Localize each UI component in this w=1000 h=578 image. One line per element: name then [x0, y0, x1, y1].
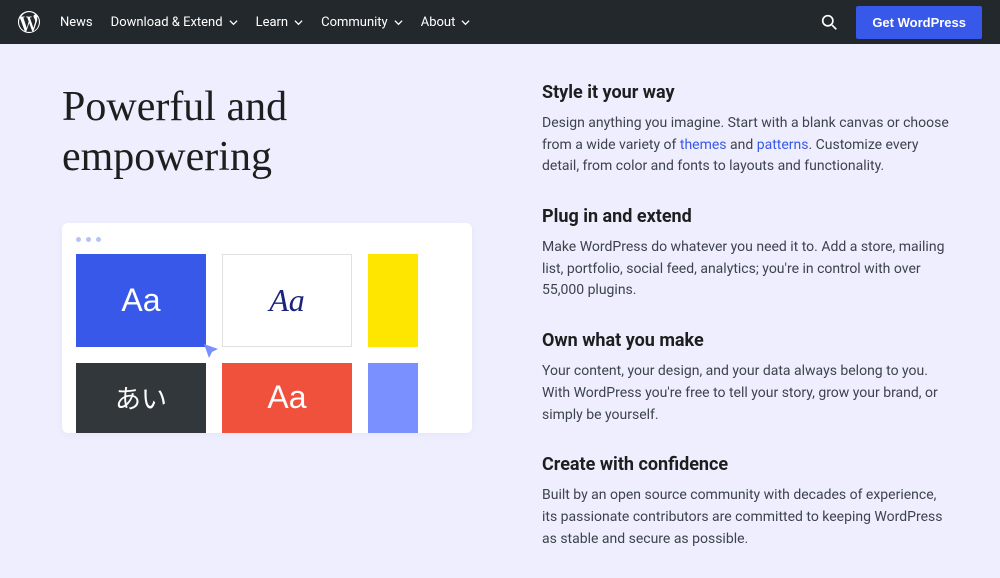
section-style: Style it your way Design anything you im… [542, 82, 950, 178]
wordpress-logo-icon[interactable] [18, 11, 40, 33]
section-body: Built by an open source community with d… [542, 485, 950, 550]
nav-right: Get WordPress [821, 6, 982, 39]
nav-item-learn[interactable]: Learn [256, 15, 304, 30]
top-nav: News Download & Extend Learn Community A… [0, 0, 1000, 44]
nav-item-about[interactable]: About [421, 15, 471, 30]
hero-title: Powerful and empowering [62, 82, 472, 183]
section-confidence: Create with confidence Built by an open … [542, 454, 950, 550]
section-title: Style it your way [542, 82, 950, 103]
nav-links: News Download & Extend Learn Community A… [60, 15, 470, 30]
section-own: Own what you make Your content, your des… [542, 330, 950, 426]
right-column: Style it your way Design anything you im… [542, 82, 950, 578]
section-body: Your content, your design, and your data… [542, 361, 950, 426]
section-body: Make WordPress do whatever you need it t… [542, 237, 950, 302]
tile-blue: Aa [76, 254, 206, 347]
tile-light-blue [368, 363, 418, 433]
cursor-icon [202, 342, 222, 362]
window-dots-icon [76, 237, 458, 242]
section-body: Design anything you imagine. Start with … [542, 113, 950, 178]
theme-illustration: Aa Aa あい Aa [62, 223, 472, 433]
get-wordpress-button[interactable]: Get WordPress [856, 6, 982, 39]
chevron-down-icon [394, 18, 403, 27]
section-plugin: Plug in and extend Make WordPress do wha… [542, 206, 950, 302]
nav-item-community[interactable]: Community [321, 15, 403, 30]
tile-dark: あい [76, 363, 206, 433]
section-title: Plug in and extend [542, 206, 950, 227]
nav-left: News Download & Extend Learn Community A… [18, 11, 470, 33]
main-content: Powerful and empowering Aa Aa あい Aa Styl… [0, 44, 1000, 578]
section-title: Own what you make [542, 330, 950, 351]
chevron-down-icon [229, 18, 238, 27]
section-title: Create with confidence [542, 454, 950, 475]
theme-tiles: Aa Aa あい Aa [76, 254, 458, 433]
chevron-down-icon [294, 18, 303, 27]
nav-item-news[interactable]: News [60, 15, 93, 30]
patterns-link[interactable]: patterns [757, 137, 809, 153]
tile-red: Aa [222, 363, 352, 433]
left-column: Powerful and empowering Aa Aa あい Aa [62, 82, 472, 578]
search-icon[interactable] [821, 14, 838, 31]
chevron-down-icon [461, 18, 470, 27]
themes-link[interactable]: themes [680, 137, 727, 153]
nav-item-download[interactable]: Download & Extend [111, 15, 238, 30]
tile-yellow [368, 254, 418, 347]
tile-white: Aa [222, 254, 352, 347]
